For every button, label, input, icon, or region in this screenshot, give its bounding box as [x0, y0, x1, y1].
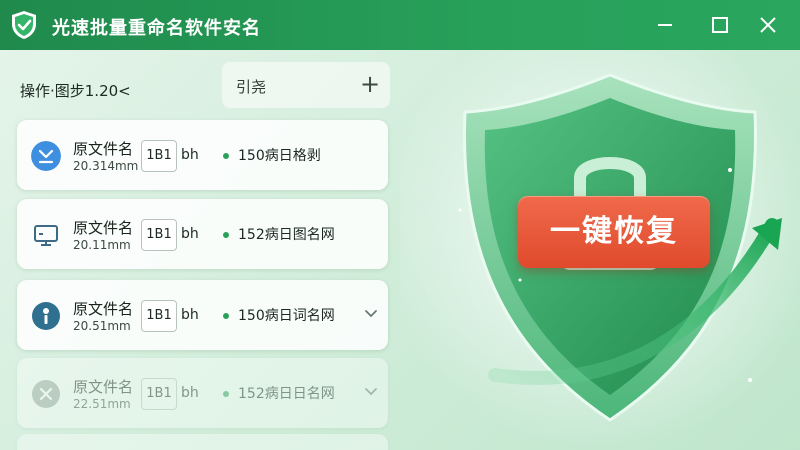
file-size: 20.11mm [73, 238, 131, 252]
rule-box[interactable]: 引尧 + [222, 62, 390, 108]
file-count-box[interactable]: 1B1 [141, 140, 177, 172]
original-file-name: 原文件名 [73, 300, 134, 318]
monitor-icon [34, 225, 58, 246]
one-click-restore-button[interactable]: 一键恢复 [518, 196, 710, 268]
original-file-name: 原文件名 [73, 378, 134, 396]
new-file-name: 150病日词名网 [238, 308, 335, 324]
file-count-box[interactable]: 1B1 [141, 378, 177, 410]
file-row[interactable]: 原文件名 20.11mm 1B1 bh 152病日图名网 [17, 199, 388, 269]
file-row [17, 434, 388, 450]
new-file-name: 150病日格剥 [238, 148, 321, 164]
add-rule-button[interactable]: + [356, 70, 384, 98]
status-dot [223, 232, 229, 238]
file-row[interactable]: 原文件名 22.51mm 1B1 bh 152病日日名网 [17, 358, 388, 428]
file-row[interactable]: 原文件名 20.51mm 1B1 bh 150病日词名网 [17, 280, 388, 350]
app-title: 光速批量重命名软件安名 [52, 18, 261, 39]
close-circle-icon [32, 380, 60, 408]
new-file-name: 152病日图名网 [238, 227, 335, 243]
file-count-suffix: bh [181, 147, 199, 163]
file-size: 20.51mm [73, 319, 131, 333]
info-icon [32, 302, 60, 330]
maximize-icon[interactable] [705, 10, 735, 40]
chevron-down-icon[interactable] [362, 304, 380, 322]
status-dot [223, 391, 229, 397]
shield-check-icon [12, 11, 36, 39]
file-size: 20.314mm [73, 159, 139, 173]
original-file-name: 原文件名 [73, 140, 134, 158]
minimize-icon[interactable] [650, 10, 680, 40]
title-bar: 光速批量重命名软件安名 [0, 0, 800, 50]
file-count-box[interactable]: 1B1 [141, 219, 177, 251]
file-count-suffix: bh [181, 385, 199, 401]
file-size: 22.51mm [73, 397, 131, 411]
status-dot [223, 153, 229, 159]
file-count-box[interactable]: 1B1 [141, 300, 177, 332]
operation-label: 操作·图步1.20< [20, 82, 131, 100]
chevron-down-icon[interactable] [362, 382, 380, 400]
file-row[interactable]: 原文件名 20.314mm 1B1 bh 150病日格剥 [17, 120, 388, 190]
close-icon[interactable] [753, 10, 783, 40]
status-dot [223, 313, 229, 319]
file-count-suffix: bh [181, 307, 199, 323]
original-file-name: 原文件名 [73, 219, 134, 237]
file-count-suffix: bh [181, 226, 199, 242]
rule-box-label: 引尧 [236, 78, 267, 96]
download-icon [31, 141, 61, 171]
new-file-name: 152病日日名网 [238, 386, 335, 402]
